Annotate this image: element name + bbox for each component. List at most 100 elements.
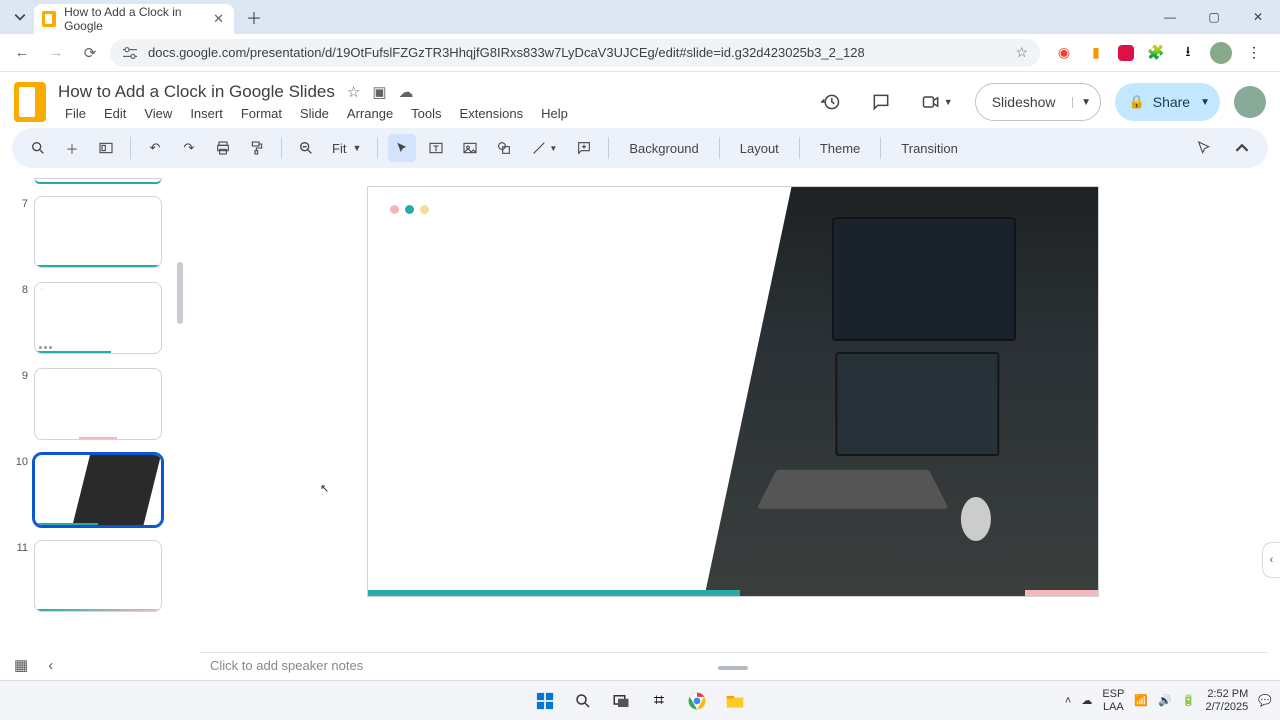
canvas-area[interactable] xyxy=(185,172,1280,652)
tray-notifications-icon[interactable]: 💬 xyxy=(1258,694,1272,707)
account-avatar[interactable] xyxy=(1234,86,1266,118)
document-title[interactable]: How to Add a Clock in Google Slides xyxy=(58,82,335,102)
pointer-mode-button[interactable] xyxy=(1190,134,1218,162)
slide-thumbnail-6-partial[interactable] xyxy=(34,178,162,184)
extension-icon-3[interactable] xyxy=(1118,45,1134,61)
chevron-down-icon: ▼ xyxy=(352,143,361,153)
start-button[interactable] xyxy=(531,687,559,715)
url-input[interactable]: docs.google.com/presentation/d/19OtFufsl… xyxy=(110,39,1040,67)
slide-thumbnail-8[interactable]: ··· xyxy=(34,282,162,354)
comment-tool-button[interactable] xyxy=(570,134,598,162)
extensions-button[interactable]: 🧩 xyxy=(1146,43,1166,63)
shape-tool-button[interactable] xyxy=(490,134,518,162)
new-tab-button[interactable]: ＋ xyxy=(240,3,268,31)
site-info-icon[interactable] xyxy=(122,46,138,60)
tray-chevron-icon[interactable]: ˄ xyxy=(1065,695,1071,707)
collapse-filmstrip-button[interactable]: ‹ xyxy=(48,657,53,674)
menu-arrange[interactable]: Arrange xyxy=(340,104,400,123)
task-view-button[interactable] xyxy=(607,687,635,715)
grid-view-button[interactable]: ▦ xyxy=(14,656,28,674)
taskbar-app-slack[interactable]: ⌗ xyxy=(645,687,673,715)
undo-button[interactable]: ↶ xyxy=(141,134,169,162)
slide-canvas[interactable] xyxy=(367,186,1099,597)
tab-close-button[interactable]: ✕ xyxy=(213,11,224,27)
new-slide-button[interactable]: ＋ xyxy=(58,134,86,162)
star-document-icon[interactable]: ☆ xyxy=(347,83,360,101)
extensions-area: ◉ ▮ 🧩 ⭳ ⋮ xyxy=(1046,42,1272,64)
new-slide-with-layout-button[interactable] xyxy=(92,134,120,162)
tray-language[interactable]: ESP LAA xyxy=(1102,688,1124,712)
taskbar-app-explorer[interactable] xyxy=(721,687,749,715)
menu-edit[interactable]: Edit xyxy=(97,104,133,123)
zoom-select[interactable]: Fit ▼ xyxy=(326,141,367,156)
share-button[interactable]: 🔒 Share ▼ xyxy=(1115,83,1220,121)
menu-file[interactable]: File xyxy=(58,104,93,123)
menu-help[interactable]: Help xyxy=(534,104,575,123)
extension-icon-2[interactable]: ▮ xyxy=(1086,43,1106,63)
maximize-button[interactable]: ▢ xyxy=(1192,0,1236,34)
redo-button[interactable]: ↷ xyxy=(175,134,203,162)
reload-button[interactable]: ⟳ xyxy=(76,39,104,67)
line-tool-button[interactable]: ▼ xyxy=(524,134,564,162)
bookmark-icon[interactable]: ☆ xyxy=(1015,44,1028,61)
zoom-tool-button[interactable] xyxy=(292,134,320,162)
taskbar-search-button[interactable] xyxy=(569,687,597,715)
slide-thumbnail-9[interactable] xyxy=(34,368,162,440)
menu-tools[interactable]: Tools xyxy=(404,104,448,123)
comments-button[interactable] xyxy=(863,84,899,120)
slide-decoration-dots xyxy=(390,205,429,214)
textbox-tool-button[interactable] xyxy=(422,134,450,162)
show-side-panel-button[interactable]: ‹ xyxy=(1262,542,1280,578)
minimize-button[interactable]: ― xyxy=(1148,0,1192,34)
paint-format-button[interactable] xyxy=(243,134,271,162)
panel-scrollbar[interactable] xyxy=(177,262,183,324)
theme-button[interactable]: Theme xyxy=(810,134,870,162)
forward-button[interactable]: → xyxy=(42,39,70,67)
cloud-status-icon[interactable]: ☁ xyxy=(399,83,414,101)
tray-volume-icon[interactable]: 🔊 xyxy=(1158,694,1172,707)
tray-wifi-icon[interactable]: 📶 xyxy=(1134,694,1148,707)
slide-panel[interactable]: 7 8 ··· 9 10 11 xyxy=(0,172,185,652)
menu-slide[interactable]: Slide xyxy=(293,104,336,123)
menu-insert[interactable]: Insert xyxy=(183,104,230,123)
share-dropdown[interactable]: ▼ xyxy=(1200,97,1210,108)
tray-battery-icon[interactable]: 🔋 xyxy=(1182,694,1196,707)
background-button[interactable]: Background xyxy=(619,134,708,162)
layout-button[interactable]: Layout xyxy=(730,134,789,162)
search-tabs-button[interactable] xyxy=(6,3,34,31)
zoom-value: Fit xyxy=(332,141,346,156)
taskbar-app-chrome[interactable] xyxy=(683,687,711,715)
slide-thumbnail-7[interactable] xyxy=(34,196,162,268)
tray-onedrive-icon[interactable]: ☁ xyxy=(1081,694,1092,707)
print-button[interactable] xyxy=(209,134,237,162)
select-tool-button[interactable] xyxy=(388,134,416,162)
meet-button[interactable]: ▼ xyxy=(913,84,961,120)
chrome-menu-button[interactable]: ⋮ xyxy=(1244,43,1264,63)
move-document-icon[interactable]: ▣ xyxy=(372,83,386,101)
back-button[interactable]: ← xyxy=(8,39,36,67)
profile-avatar[interactable] xyxy=(1210,42,1232,64)
menu-extensions[interactable]: Extensions xyxy=(453,104,531,123)
slideshow-dropdown[interactable]: ▼ xyxy=(1072,97,1100,108)
search-menus-button[interactable] xyxy=(24,134,52,162)
menu-view[interactable]: View xyxy=(137,104,179,123)
version-history-button[interactable] xyxy=(813,84,849,120)
close-window-button[interactable]: ✕ xyxy=(1236,0,1280,34)
slideshow-button[interactable]: Slideshow ▼ xyxy=(975,83,1101,121)
slides-logo[interactable] xyxy=(14,82,46,122)
slide-thumbnail-11[interactable] xyxy=(34,540,162,612)
hide-menus-button[interactable] xyxy=(1228,134,1256,162)
browser-tab[interactable]: How to Add a Clock in Google ✕ xyxy=(34,4,234,34)
speaker-notes[interactable]: Click to add speaker notes xyxy=(200,652,1268,678)
extension-icon-1[interactable]: ◉ xyxy=(1054,43,1074,63)
menu-format[interactable]: Format xyxy=(234,104,289,123)
windows-taskbar: ⌗ ˄ ☁ ESP LAA 📶 🔊 🔋 2:52 PM 2/7/2025 💬 xyxy=(0,680,1280,720)
slide-image[interactable] xyxy=(704,187,1098,596)
tab-title: How to Add a Clock in Google xyxy=(64,5,205,33)
slide-thumbnail-10[interactable] xyxy=(34,454,162,526)
downloads-button[interactable]: ⭳ xyxy=(1178,43,1198,63)
tray-clock[interactable]: 2:52 PM 2/7/2025 xyxy=(1205,688,1248,712)
url-text: docs.google.com/presentation/d/19OtFufsl… xyxy=(148,45,865,60)
transition-button[interactable]: Transition xyxy=(891,134,968,162)
image-tool-button[interactable] xyxy=(456,134,484,162)
